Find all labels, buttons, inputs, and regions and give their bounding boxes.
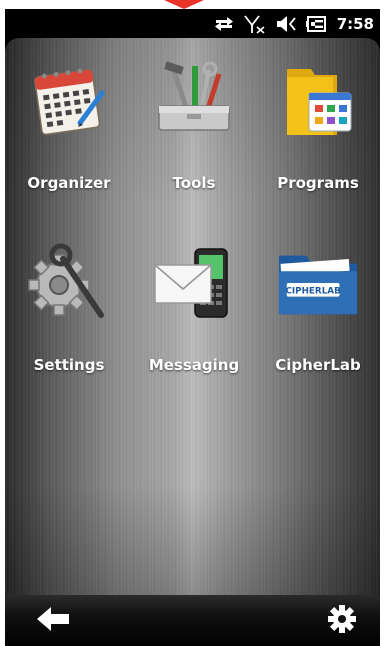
back-arrow-icon: [35, 605, 71, 637]
tile-settings-label: Settings: [33, 356, 105, 374]
no-signal-icon: [243, 14, 266, 34]
tile-tools-label: Tools: [172, 174, 216, 192]
settings-gears-icon: [26, 240, 112, 326]
back-button[interactable]: [29, 603, 77, 639]
calendar-icon: [26, 58, 112, 144]
tile-cipherlab[interactable]: CIPHERLAB CipherLab: [256, 230, 380, 390]
cipherlab-badge-text: CIPHERLAB: [285, 287, 341, 297]
status-icons: 7:58: [213, 13, 374, 35]
settings-button[interactable]: [318, 603, 366, 639]
toolbox-icon: [151, 58, 237, 144]
tile-programs[interactable]: Programs: [256, 48, 380, 208]
envelope-phone-icon: [151, 240, 237, 326]
battery-charging-icon: [305, 14, 328, 34]
tile-programs-label: Programs: [277, 174, 359, 192]
status-time: 7:58: [336, 15, 374, 33]
tile-messaging[interactable]: Messaging: [132, 230, 256, 390]
home-screen: Organizer Tools Programs Settings Messag…: [5, 38, 380, 595]
tile-organizer[interactable]: Organizer: [7, 48, 131, 208]
volume-muted-icon: [275, 14, 297, 34]
gear-icon: [327, 604, 357, 638]
tile-organizer-label: Organizer: [27, 174, 111, 192]
status-bar: 7:58: [5, 9, 380, 38]
tile-tools[interactable]: Tools: [132, 48, 256, 208]
top-edge: [0, 0, 385, 9]
tile-messaging-label: Messaging: [148, 356, 240, 374]
device-screen: 7:58 Organizer Tools Programs Settings M…: [5, 9, 380, 646]
programs-folder-icon: [275, 58, 361, 144]
red-indicator: [164, 0, 204, 9]
bottom-bar: [5, 595, 380, 646]
data-transfer-icon: [213, 14, 235, 34]
tile-settings[interactable]: Settings: [7, 230, 131, 390]
cipherlab-folder-icon: CIPHERLAB: [275, 240, 361, 326]
tile-cipherlab-label: CipherLab: [275, 356, 361, 374]
